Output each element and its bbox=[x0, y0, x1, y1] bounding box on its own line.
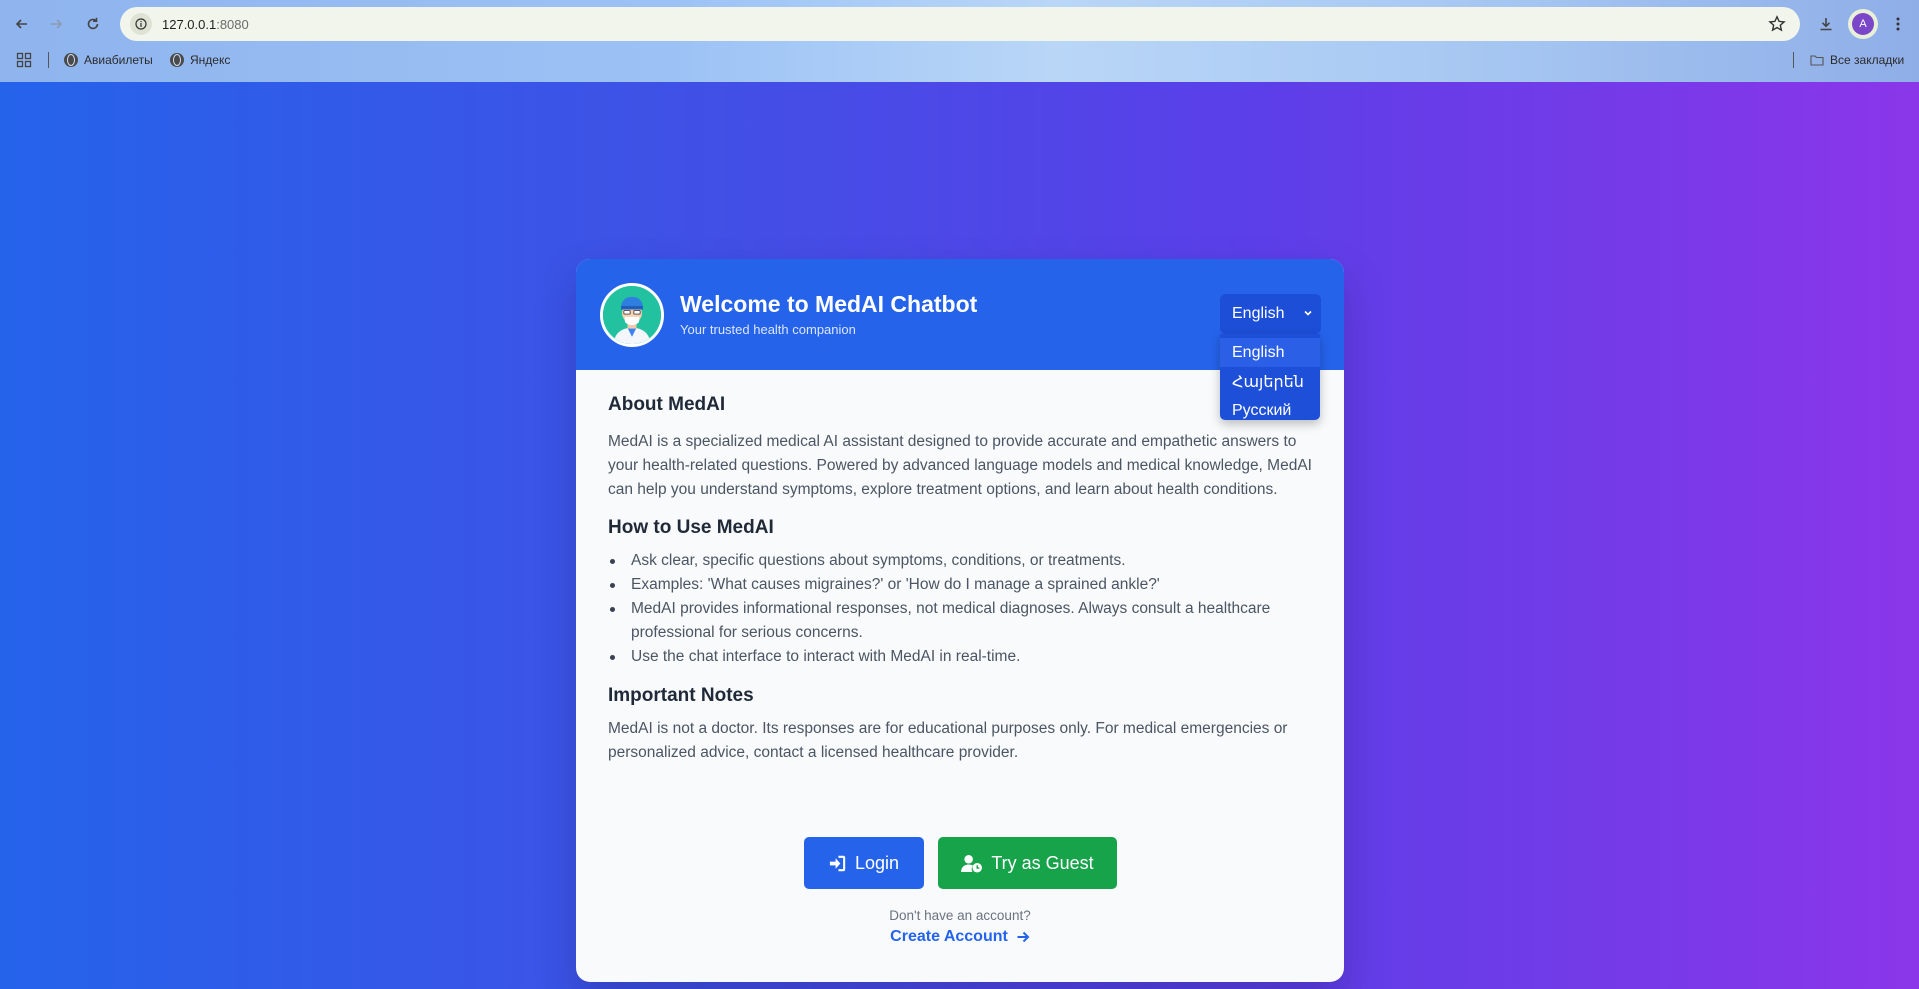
no-account-text: Don't have an account? bbox=[889, 908, 1031, 923]
url-text: 127.0.0.1:8080 bbox=[162, 17, 249, 32]
list-item: Use the chat interface to interact with … bbox=[608, 645, 1318, 669]
url-host: 127.0.0.1 bbox=[162, 16, 217, 32]
about-text: MedAI is a specialized medical AI assist… bbox=[608, 433, 1312, 498]
language-dropdown-menu: English Հայերեն Русский bbox=[1220, 334, 1320, 420]
about-title: About MedAI bbox=[608, 394, 726, 415]
language-selected-value: English bbox=[1232, 305, 1285, 322]
download-button[interactable] bbox=[1812, 10, 1840, 38]
arrow-right-icon bbox=[51, 19, 63, 29]
download-icon bbox=[1820, 18, 1832, 31]
reload-icon bbox=[87, 17, 99, 30]
language-option-english[interactable]: English bbox=[1220, 338, 1320, 367]
bookmark-yandex[interactable]: Яндекс bbox=[170, 50, 230, 70]
globe-icon bbox=[170, 53, 184, 67]
star-icon[interactable] bbox=[1768, 15, 1786, 33]
notes-title: Important Notes bbox=[608, 685, 754, 706]
bookmark-label: Авиабилеты bbox=[84, 53, 153, 67]
profile-initial: A bbox=[1852, 13, 1874, 35]
action-buttons: Login Try as Guest bbox=[576, 837, 1344, 889]
welcome-card: Welcome to MedAI Chatbot Your trusted he… bbox=[576, 259, 1344, 982]
apps-grid-icon[interactable] bbox=[16, 52, 32, 68]
all-bookmarks[interactable]: Все закладки bbox=[1810, 50, 1904, 70]
bookmarks-divider bbox=[48, 52, 49, 68]
address-bar[interactable]: 127.0.0.1:8080 bbox=[120, 7, 1800, 41]
language-option-armenian[interactable]: Հայերեն bbox=[1220, 367, 1320, 396]
login-button[interactable]: Login bbox=[803, 837, 924, 889]
bookmark-label: Яндекс bbox=[190, 53, 231, 67]
arrow-right-icon bbox=[1017, 931, 1030, 943]
login-label: Login bbox=[854, 852, 900, 873]
reload-button[interactable] bbox=[79, 10, 107, 38]
page-background: Welcome to MedAI Chatbot Your trusted he… bbox=[0, 82, 1919, 989]
url-port: :8080 bbox=[216, 16, 249, 32]
page-title: Welcome to MedAI Chatbot bbox=[680, 291, 978, 317]
site-info-icon[interactable] bbox=[130, 13, 152, 35]
howto-title: How to Use MedAI bbox=[608, 517, 774, 538]
arrow-left-icon bbox=[15, 19, 27, 29]
list-item: Ask clear, specific questions about symp… bbox=[608, 549, 1318, 573]
user-clock-icon bbox=[961, 854, 983, 873]
howto-list: Ask clear, specific questions about symp… bbox=[608, 549, 1318, 669]
page-subtitle: Your trusted health companion bbox=[680, 322, 856, 337]
list-item: MedAI provides informational responses, … bbox=[608, 597, 1318, 645]
list-item: Examples: 'What causes migraines?' or 'H… bbox=[608, 573, 1318, 597]
back-button[interactable] bbox=[8, 10, 36, 38]
bookmarks-bar: Авиабилеты Яндекс Все закладки bbox=[0, 48, 1919, 72]
browser-toolbar: 127.0.0.1:8080 A bbox=[0, 6, 1919, 42]
browser-menu-button[interactable] bbox=[1884, 10, 1912, 38]
try-as-guest-label: Try as Guest bbox=[991, 852, 1094, 873]
create-account-link[interactable]: Create Account bbox=[576, 928, 1344, 946]
card-body: About MedAI MedAI is a specialized medic… bbox=[608, 394, 1318, 765]
forward-button[interactable] bbox=[42, 10, 70, 38]
bookmark-aviabilety[interactable]: Авиабилеты bbox=[64, 50, 153, 70]
language-select[interactable]: English bbox=[1220, 294, 1321, 334]
more-vert-icon bbox=[1896, 17, 1900, 31]
chevron-down-icon bbox=[1304, 310, 1312, 316]
bookmarks-divider bbox=[1793, 52, 1794, 68]
doctor-avatar-icon bbox=[600, 283, 664, 347]
globe-icon bbox=[64, 53, 78, 67]
sign-in-icon bbox=[829, 855, 846, 871]
folder-icon bbox=[1810, 55, 1824, 66]
language-option-russian[interactable]: Русский bbox=[1220, 396, 1320, 425]
all-bookmarks-label: Все закладки bbox=[1830, 53, 1905, 67]
notes-text: MedAI is not a doctor. Its responses are… bbox=[608, 720, 1288, 761]
create-account-label: Create Account bbox=[890, 928, 1008, 945]
try-as-guest-button[interactable]: Try as Guest bbox=[937, 837, 1117, 889]
profile-button[interactable]: A bbox=[1848, 9, 1878, 39]
browser-chrome: 127.0.0.1:8080 A Авиабилеты Яндекс Все з… bbox=[0, 0, 1919, 82]
